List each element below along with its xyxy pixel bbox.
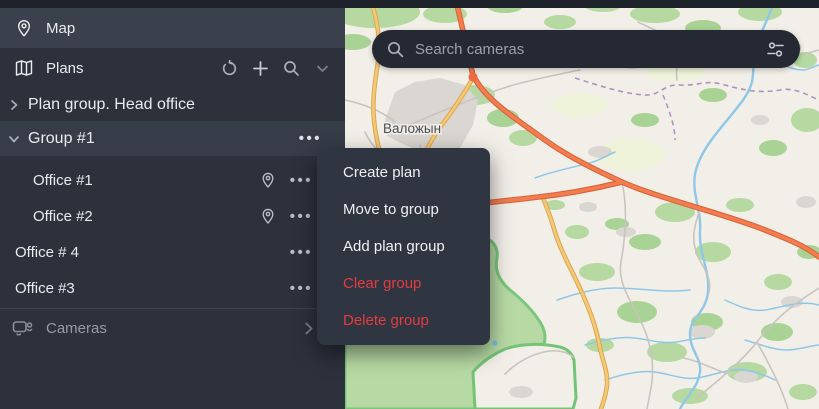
refresh-icon	[221, 60, 238, 77]
app-window: Валожын Map	[0, 0, 819, 409]
menu-item-delete-group[interactable]: Delete group	[317, 302, 490, 339]
cameras-icon	[12, 319, 34, 337]
filter-settings-icon[interactable]	[767, 42, 784, 57]
location-pin-icon[interactable]	[259, 171, 277, 189]
plans-map-icon	[14, 58, 34, 78]
plus-icon	[252, 60, 269, 77]
group-more-options-button[interactable]: •••	[299, 131, 322, 146]
plans-actions	[220, 59, 331, 77]
menu-item-clear-group[interactable]: Clear group	[317, 265, 490, 302]
sidebar-item-cameras[interactable]: Cameras	[0, 309, 345, 347]
search-input[interactable]	[415, 41, 756, 58]
office-more-options-button[interactable]: •••	[290, 173, 313, 188]
chevron-right-icon	[8, 99, 20, 111]
tree-item-office-4[interactable]: Office # 4 •••	[0, 234, 345, 270]
tree-item-office-1[interactable]: Office #1 •••	[0, 162, 345, 198]
group-label: Group #1	[28, 130, 95, 148]
tree-item-office-2[interactable]: Office #2 •••	[0, 198, 345, 234]
map-item-label: Map	[46, 20, 75, 37]
office-label: Office #3	[15, 280, 75, 297]
collapse-plans-button[interactable]	[313, 59, 331, 77]
office-more-options-button[interactable]: •••	[290, 281, 313, 296]
office-more-options-button[interactable]: •••	[290, 209, 313, 224]
office-more-options-button[interactable]: •••	[290, 245, 313, 260]
office-label: Office #1	[33, 172, 93, 189]
refresh-plans-button[interactable]	[220, 59, 238, 77]
chevron-down-icon	[315, 61, 330, 76]
search-icon	[387, 41, 404, 58]
window-top-strip	[0, 0, 819, 8]
tree-item-group-1[interactable]: Group #1 •••	[0, 121, 345, 156]
office-label: Office #2	[33, 208, 93, 225]
sidebar-item-plans[interactable]: Plans	[0, 48, 345, 88]
plan-group-label: Plan group. Head office	[28, 96, 195, 114]
map-town-label: Валожын	[383, 121, 441, 136]
location-pin-icon	[14, 18, 34, 38]
search-icon	[283, 60, 300, 77]
location-pin-icon[interactable]	[259, 207, 277, 225]
tree-item-plan-group[interactable]: Plan group. Head office	[0, 88, 345, 121]
camera-search-bar[interactable]	[372, 30, 800, 68]
tree-item-office-3[interactable]: Office #3 •••	[0, 270, 345, 306]
office-label: Office # 4	[15, 244, 79, 261]
cameras-item-label: Cameras	[46, 320, 107, 337]
search-plans-button[interactable]	[282, 59, 300, 77]
chevron-down-icon	[8, 133, 20, 145]
sidebar: Map Plans	[0, 8, 345, 409]
plans-item-label: Plans	[46, 60, 84, 77]
menu-item-create-plan[interactable]: Create plan	[317, 154, 490, 191]
sidebar-item-map[interactable]: Map	[0, 8, 345, 48]
menu-item-move-to-group[interactable]: Move to group	[317, 191, 490, 228]
add-plan-button[interactable]	[251, 59, 269, 77]
menu-item-add-plan-group[interactable]: Add plan group	[317, 228, 490, 265]
group-context-menu: Create plan Move to group Add plan group…	[317, 148, 490, 345]
chevron-right-icon[interactable]	[302, 322, 315, 335]
